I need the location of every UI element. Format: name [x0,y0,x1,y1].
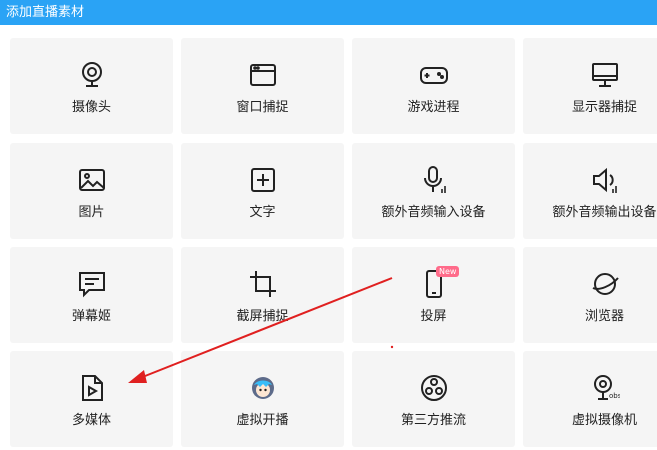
tile-window-capture[interactable]: 窗口捕捉 [181,38,344,134]
window-icon [248,60,278,90]
tile-virtual-camera[interactable]: obs 虚拟摄像机 [523,351,657,447]
obs-camera-icon: obs [590,373,620,403]
source-grid: 摄像头 窗口捕捉 游戏进程 显示器捕捉 图片 文字 额外音频输入设备 额外音频输… [0,0,657,450]
tile-screen-cast[interactable]: 投屏 [352,247,515,343]
tile-virtual-live[interactable]: 虚拟开播 [181,351,344,447]
chat-bubble-icon [77,269,107,299]
tile-label: 摄像头 [71,100,111,115]
tile-image[interactable]: 图片 [10,143,173,239]
new-badge: New [436,266,460,277]
tile-label: 浏览器 [584,309,624,324]
tile-label: 游戏进程 [407,100,460,115]
tile-label: 截屏捕捉 [236,309,289,324]
tile-label: 弹幕姬 [71,309,111,324]
tile-display-capture[interactable]: 显示器捕捉 [523,38,657,134]
tile-game-process[interactable]: 游戏进程 [352,38,515,134]
monitor-icon [590,60,620,90]
anime-avatar-icon [248,373,278,403]
tile-webcam[interactable]: 摄像头 [10,38,173,134]
gamepad-icon [419,60,449,90]
tile-audio-input[interactable]: 额外音频输入设备 [352,143,515,239]
tile-label: 显示器捕捉 [571,100,637,115]
obs-logo-icon [419,373,449,403]
planet-icon [590,269,620,299]
tile-label: 图片 [78,205,105,220]
tile-label: 额外音频输出设备 [552,205,657,220]
tile-label: 多媒体 [71,413,111,428]
tile-screenshot-capture[interactable]: 截屏捕捉 [181,247,344,343]
tile-browser[interactable]: 浏览器 [523,247,657,343]
tile-label: 虚拟摄像机 [571,413,637,428]
tile-label: 虚拟开播 [236,413,289,428]
crop-icon [248,269,278,299]
tile-danmaku[interactable]: 弹幕姬 [10,247,173,343]
speaker-icon [590,165,620,195]
tile-label: 第三方推流 [400,413,466,428]
microphone-icon [419,165,449,195]
tile-audio-output[interactable]: 额外音频输出设备 [523,143,657,239]
tile-text[interactable]: 文字 [181,143,344,239]
webcam-icon [77,60,107,90]
svg-text:obs: obs [609,392,620,400]
tile-label: 额外音频输入设备 [381,205,486,220]
tile-multimedia[interactable]: 多媒体 [10,351,173,447]
tile-label: 投屏 [420,309,447,324]
image-icon [77,165,107,195]
text-plus-icon [248,165,278,195]
tile-third-party-stream[interactable]: 第三方推流 [352,351,515,447]
media-file-icon [77,373,107,403]
tile-label: 窗口捕捉 [236,100,289,115]
tile-label: 文字 [249,205,276,220]
